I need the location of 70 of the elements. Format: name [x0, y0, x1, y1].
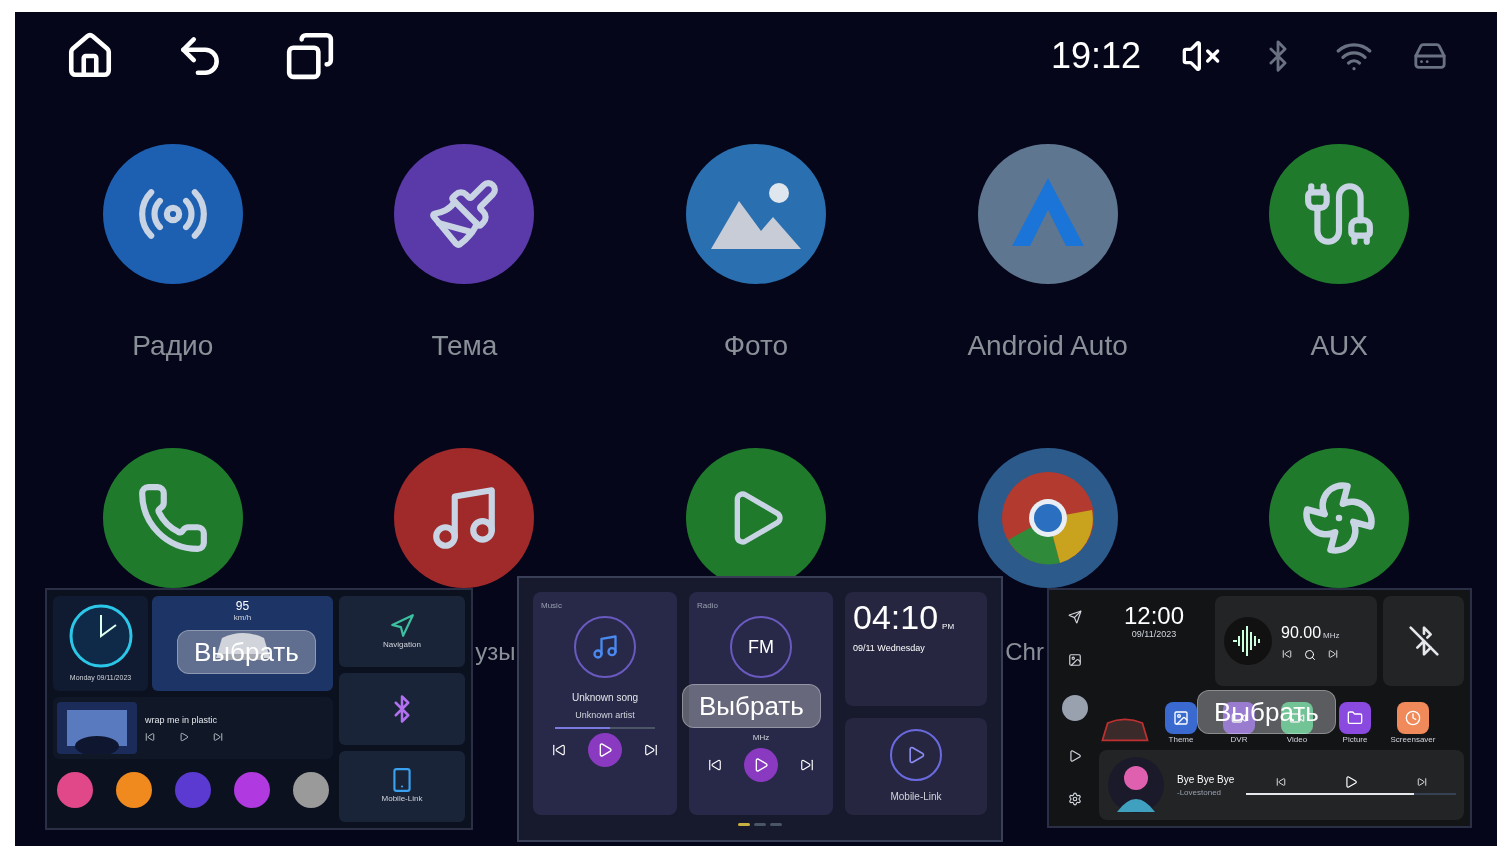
app-label[interactable]: Chr — [1005, 640, 1044, 664]
frequency-value: 90.00 — [1281, 623, 1322, 643]
next-icon — [1328, 649, 1339, 659]
app-label[interactable]: Радио — [132, 332, 214, 360]
date-text: 09/11 Wednesday — [853, 642, 926, 655]
app-label[interactable]: узы — [475, 640, 516, 664]
bluetooth-off-icon — [1407, 625, 1440, 657]
next-icon — [1416, 777, 1427, 787]
play-icon — [597, 741, 613, 758]
next-icon — [800, 758, 814, 772]
music-note-icon — [574, 616, 636, 678]
song-title: Unknown song — [571, 691, 639, 705]
sound-wave-icon — [1223, 616, 1273, 666]
play-button[interactable] — [744, 748, 778, 782]
speed-unit: km/h — [233, 612, 252, 624]
navigation-icon — [389, 612, 415, 639]
previous-icon — [145, 731, 155, 742]
frequency-unit: MHz — [1323, 630, 1340, 642]
clock-time: 19:12 — [1050, 34, 1141, 78]
tile-label: Navigation — [383, 638, 421, 651]
app-icon[interactable] — [1339, 702, 1371, 734]
card-label: Mobile-Link — [890, 789, 942, 804]
ampm-label: PM — [942, 621, 955, 633]
theme-preview-menu[interactable]: Music Unknown song Unknown artist Radio FM MHz 04:10 PM 09/11 Wednesday Mobile-Link Выбрать — [517, 576, 1003, 842]
artist-name: Unknown artist — [575, 709, 635, 722]
app-label[interactable]: Тема — [431, 332, 498, 360]
app-label: Screensaver — [1390, 734, 1436, 746]
clock-time: 04:10 — [853, 600, 939, 634]
previous-icon — [708, 758, 722, 772]
app-label: Picture — [1342, 734, 1368, 746]
next-icon — [644, 742, 658, 757]
previous-icon — [1282, 649, 1293, 659]
play-icon — [1068, 749, 1082, 764]
select-button[interactable]: Выбрать — [1197, 690, 1336, 734]
play-icon — [753, 757, 769, 773]
tile-label: Mobile-Link — [381, 793, 423, 806]
card-title: Music — [541, 600, 562, 612]
app-label: Video — [1286, 734, 1308, 746]
app-icon[interactable] — [1165, 702, 1197, 734]
app-icon[interactable] — [1397, 702, 1429, 734]
select-button[interactable]: Выбрать — [682, 684, 821, 728]
clock-icon — [67, 603, 134, 670]
frequency-unit: MHz — [752, 732, 770, 744]
next-icon — [213, 731, 223, 742]
app-label: DVR — [1230, 734, 1248, 746]
settings-icon — [1068, 791, 1082, 806]
radio-dial: FM — [730, 616, 792, 678]
image-icon — [1068, 652, 1082, 667]
speed-value: 95 — [235, 600, 250, 612]
app-shortcut-icon[interactable] — [234, 772, 270, 808]
play-button[interactable] — [588, 732, 622, 767]
play-icon — [1344, 775, 1359, 789]
app-shortcut-icon[interactable] — [293, 772, 329, 808]
search-icon — [1304, 649, 1317, 661]
recent-apps-icon[interactable] — [285, 31, 335, 81]
song-title: wrap me in plastic — [145, 714, 219, 728]
song-title: Bye Bye Bye — [1177, 772, 1235, 787]
app-shortcut-icon[interactable] — [57, 772, 93, 808]
app-label[interactable]: AUX — [1310, 332, 1368, 360]
play-icon — [179, 731, 189, 742]
app-label[interactable]: Android Auto — [967, 332, 1128, 360]
date-text: 09/11/2023 — [1131, 628, 1177, 641]
app-label[interactable]: Фото — [723, 332, 789, 360]
app-shortcut-icon[interactable] — [116, 772, 152, 808]
card-title: Radio — [697, 600, 718, 612]
send-icon — [1068, 610, 1082, 625]
previous-icon — [1275, 777, 1286, 787]
clock-time: 12:00 — [1123, 604, 1185, 628]
previous-icon — [552, 742, 566, 757]
app-label: Theme — [1168, 734, 1194, 746]
